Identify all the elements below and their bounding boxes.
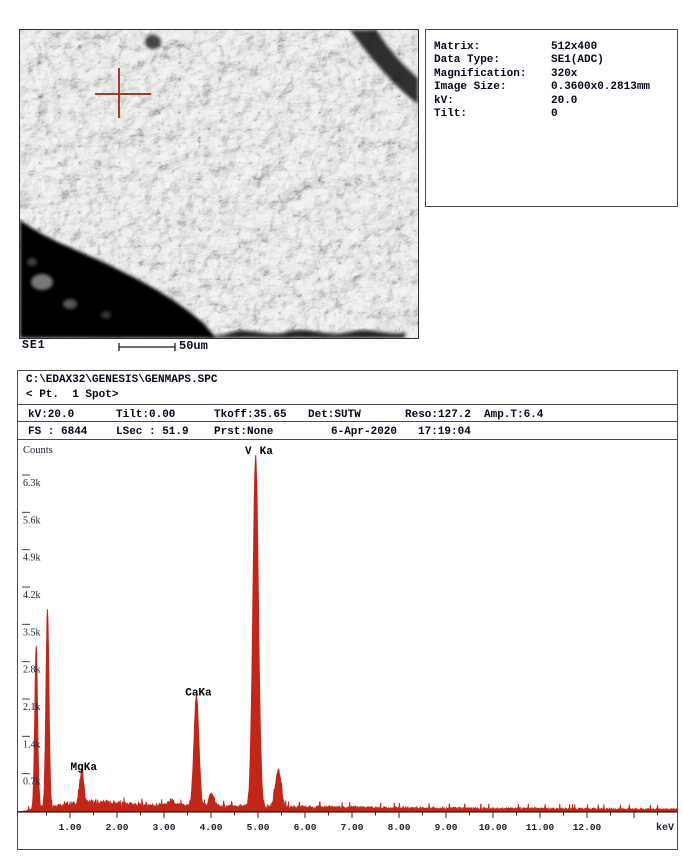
sem-micrograph bbox=[20, 30, 418, 338]
sem-debris-blob bbox=[101, 311, 111, 319]
y-tick-label: 1.4k bbox=[23, 739, 41, 750]
y-axis-title: Counts bbox=[23, 445, 53, 456]
sem-dark-spot bbox=[145, 35, 161, 49]
info-label: Magnification: bbox=[434, 68, 526, 80]
x-tick-label: 8.00 bbox=[388, 822, 411, 833]
info-value: 512x400 bbox=[551, 41, 597, 53]
y-tick-label: 4.9k bbox=[23, 553, 41, 564]
y-tick-label: 6.3k bbox=[23, 478, 41, 489]
image-info-rows: Matrix: 512x400 Data Type: SE1(ADC) Magnific… bbox=[434, 41, 673, 121]
y-tick-label: 2.8k bbox=[23, 665, 41, 676]
spectrum-trace bbox=[23, 455, 677, 811]
sem-debris-blob bbox=[27, 258, 37, 266]
peak-label: CaKa bbox=[185, 688, 212, 700]
info-label: Image Size: bbox=[434, 81, 507, 93]
x-tick-label: 1.00 bbox=[59, 822, 82, 833]
acquisition-param: Tkoff:35.65 bbox=[214, 409, 287, 421]
x-axis-unit-label: keV bbox=[656, 822, 674, 834]
y-tick-label: 5.6k bbox=[23, 515, 41, 526]
info-row: Tilt: 0 bbox=[434, 108, 673, 121]
info-label: Matrix: bbox=[434, 41, 480, 53]
peak-label: MgKa bbox=[71, 762, 98, 774]
info-value: 20.0 bbox=[551, 95, 577, 107]
sem-debris-blob bbox=[31, 274, 53, 290]
x-tick-label: 11.00 bbox=[526, 822, 555, 833]
acquisition-param: kV:20.0 bbox=[28, 409, 74, 421]
sem-texture-svg bbox=[20, 30, 418, 338]
info-row: Image Size: 0.3600x0.2813mm bbox=[434, 81, 673, 94]
status-item: Prst:None bbox=[214, 426, 273, 438]
image-info-panel: Matrix: 512x400 Data Type: SE1(ADC) Magnific… bbox=[425, 29, 678, 207]
status-row: FS : 6844 LSec : 51.9 Prst:None 6-Apr-2020 1… bbox=[18, 421, 677, 439]
x-tick-label: 2.00 bbox=[106, 822, 129, 833]
eds-spectrum-chart: 1.00 2.00 3.00 4.00 5.00 6.00 7.00 8.00 9.00 10.0… bbox=[18, 439, 677, 851]
x-tick-label: 6.00 bbox=[294, 822, 317, 833]
info-label: Data Type: bbox=[434, 54, 500, 66]
info-value: 0 bbox=[551, 108, 558, 120]
spectrum-file-path: C:\EDAX32\GENESIS\GENMAPS.SPC bbox=[26, 374, 666, 386]
sem-debris-blob bbox=[63, 299, 77, 309]
y-tick-label: 3.5k bbox=[23, 627, 41, 638]
info-value: 320x bbox=[551, 68, 577, 80]
peak-label: Ka bbox=[260, 446, 274, 458]
info-value: 0.3600x0.2813mm bbox=[551, 81, 650, 93]
info-row: Matrix: 512x400 bbox=[434, 41, 673, 54]
acquisition-param: Reso:127.2 bbox=[405, 409, 471, 421]
status-item: LSec : 51.9 bbox=[116, 426, 189, 438]
x-tick-label: 3.00 bbox=[153, 822, 176, 833]
scale-bar-label: 50um bbox=[179, 339, 208, 353]
x-tick-label: 10.00 bbox=[479, 822, 508, 833]
x-tick-label: 9.00 bbox=[435, 822, 458, 833]
sem-caption-row: SE1 50um bbox=[22, 339, 422, 355]
edax-genesis-report: SE1 50um Matrix: 512x400 Data Type: SE1(ADC… bbox=[0, 0, 683, 865]
detector-label: SE1 bbox=[22, 339, 46, 352]
x-tick-label: 7.00 bbox=[341, 822, 364, 833]
x-tick-label: 4.00 bbox=[200, 822, 223, 833]
acquisition-params-row: kV:20.0 Tilt:0.00 Tkoff:35.65 Det:SUTW Reso:… bbox=[18, 404, 677, 421]
y-tick-label: 4.2k bbox=[23, 590, 41, 601]
info-row: Magnification: 320x bbox=[434, 68, 673, 81]
info-row: kV: 20.0 bbox=[434, 95, 673, 108]
x-tick-label: 12.00 bbox=[573, 822, 602, 833]
info-label: kV: bbox=[434, 95, 454, 107]
spectrum-panel: C:\EDAX32\GENESIS\GENMAPS.SPC < Pt. 1 Sp… bbox=[17, 370, 678, 850]
info-value: SE1(ADC) bbox=[551, 54, 604, 66]
acquisition-param: Det:SUTW bbox=[308, 409, 361, 421]
status-item: FS : 6844 bbox=[28, 426, 87, 438]
acquisition-param: Amp.T:6.4 bbox=[484, 409, 543, 421]
y-tick-label: 2.1k bbox=[23, 702, 41, 713]
x-tick-label: 5.00 bbox=[247, 822, 270, 833]
scale-bar-icon bbox=[118, 340, 178, 353]
status-item: 6-Apr-2020 bbox=[331, 426, 397, 438]
peak-label: V bbox=[245, 446, 252, 458]
acquisition-param: Tilt:0.00 bbox=[116, 409, 175, 421]
spectrum-point-label: < Pt. 1 Spot> bbox=[26, 389, 666, 401]
status-item: 17:19:04 bbox=[418, 426, 471, 438]
info-row: Data Type: SE1(ADC) bbox=[434, 54, 673, 67]
info-label: Tilt: bbox=[434, 108, 467, 120]
y-tick-label: 0.7k bbox=[23, 777, 41, 788]
